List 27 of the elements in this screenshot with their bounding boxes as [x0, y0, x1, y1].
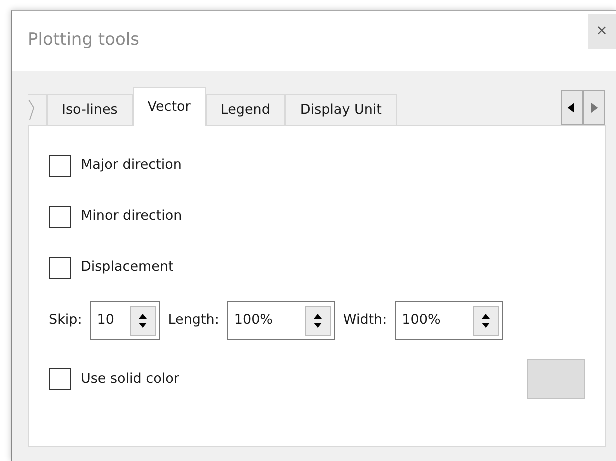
checkbox[interactable] — [49, 154, 71, 176]
spin-box[interactable]: 100% — [395, 301, 504, 340]
checkbox-label: Major direction — [81, 156, 182, 176]
up-down-arrows-icon[interactable] — [130, 306, 156, 336]
checkbox-label: Displacement — [81, 258, 174, 278]
color-swatch-button[interactable] — [527, 359, 585, 399]
checkbox[interactable] — [49, 256, 71, 278]
spinner-label: Length: — [168, 311, 220, 330]
checkbox-label: Minor direction — [81, 207, 182, 226]
window-title: Plotting tools — [28, 29, 140, 52]
tab[interactable]: Iso-lines — [47, 94, 133, 125]
tab[interactable]: Display Unit — [285, 94, 397, 125]
triangle-right-icon — [589, 100, 599, 114]
triangle-left-icon — [567, 100, 577, 114]
tab[interactable]: Vector — [132, 87, 206, 126]
scroll-left-button[interactable] — [561, 90, 583, 125]
up-down-arrows-icon[interactable] — [473, 306, 500, 336]
checkbox[interactable] — [49, 368, 71, 390]
spin-box[interactable]: 10 — [90, 301, 160, 340]
spin-box[interactable]: 100% — [227, 301, 336, 340]
checkbox-label: Use solid color — [81, 370, 180, 389]
spinner-label: Skip: — [49, 311, 82, 330]
tab[interactable]: Legend — [206, 94, 286, 125]
close-button[interactable]: × — [588, 14, 616, 49]
up-down-arrows-icon[interactable] — [305, 306, 332, 336]
checkbox[interactable] — [49, 206, 71, 228]
spinner-label: Width: — [343, 311, 388, 330]
